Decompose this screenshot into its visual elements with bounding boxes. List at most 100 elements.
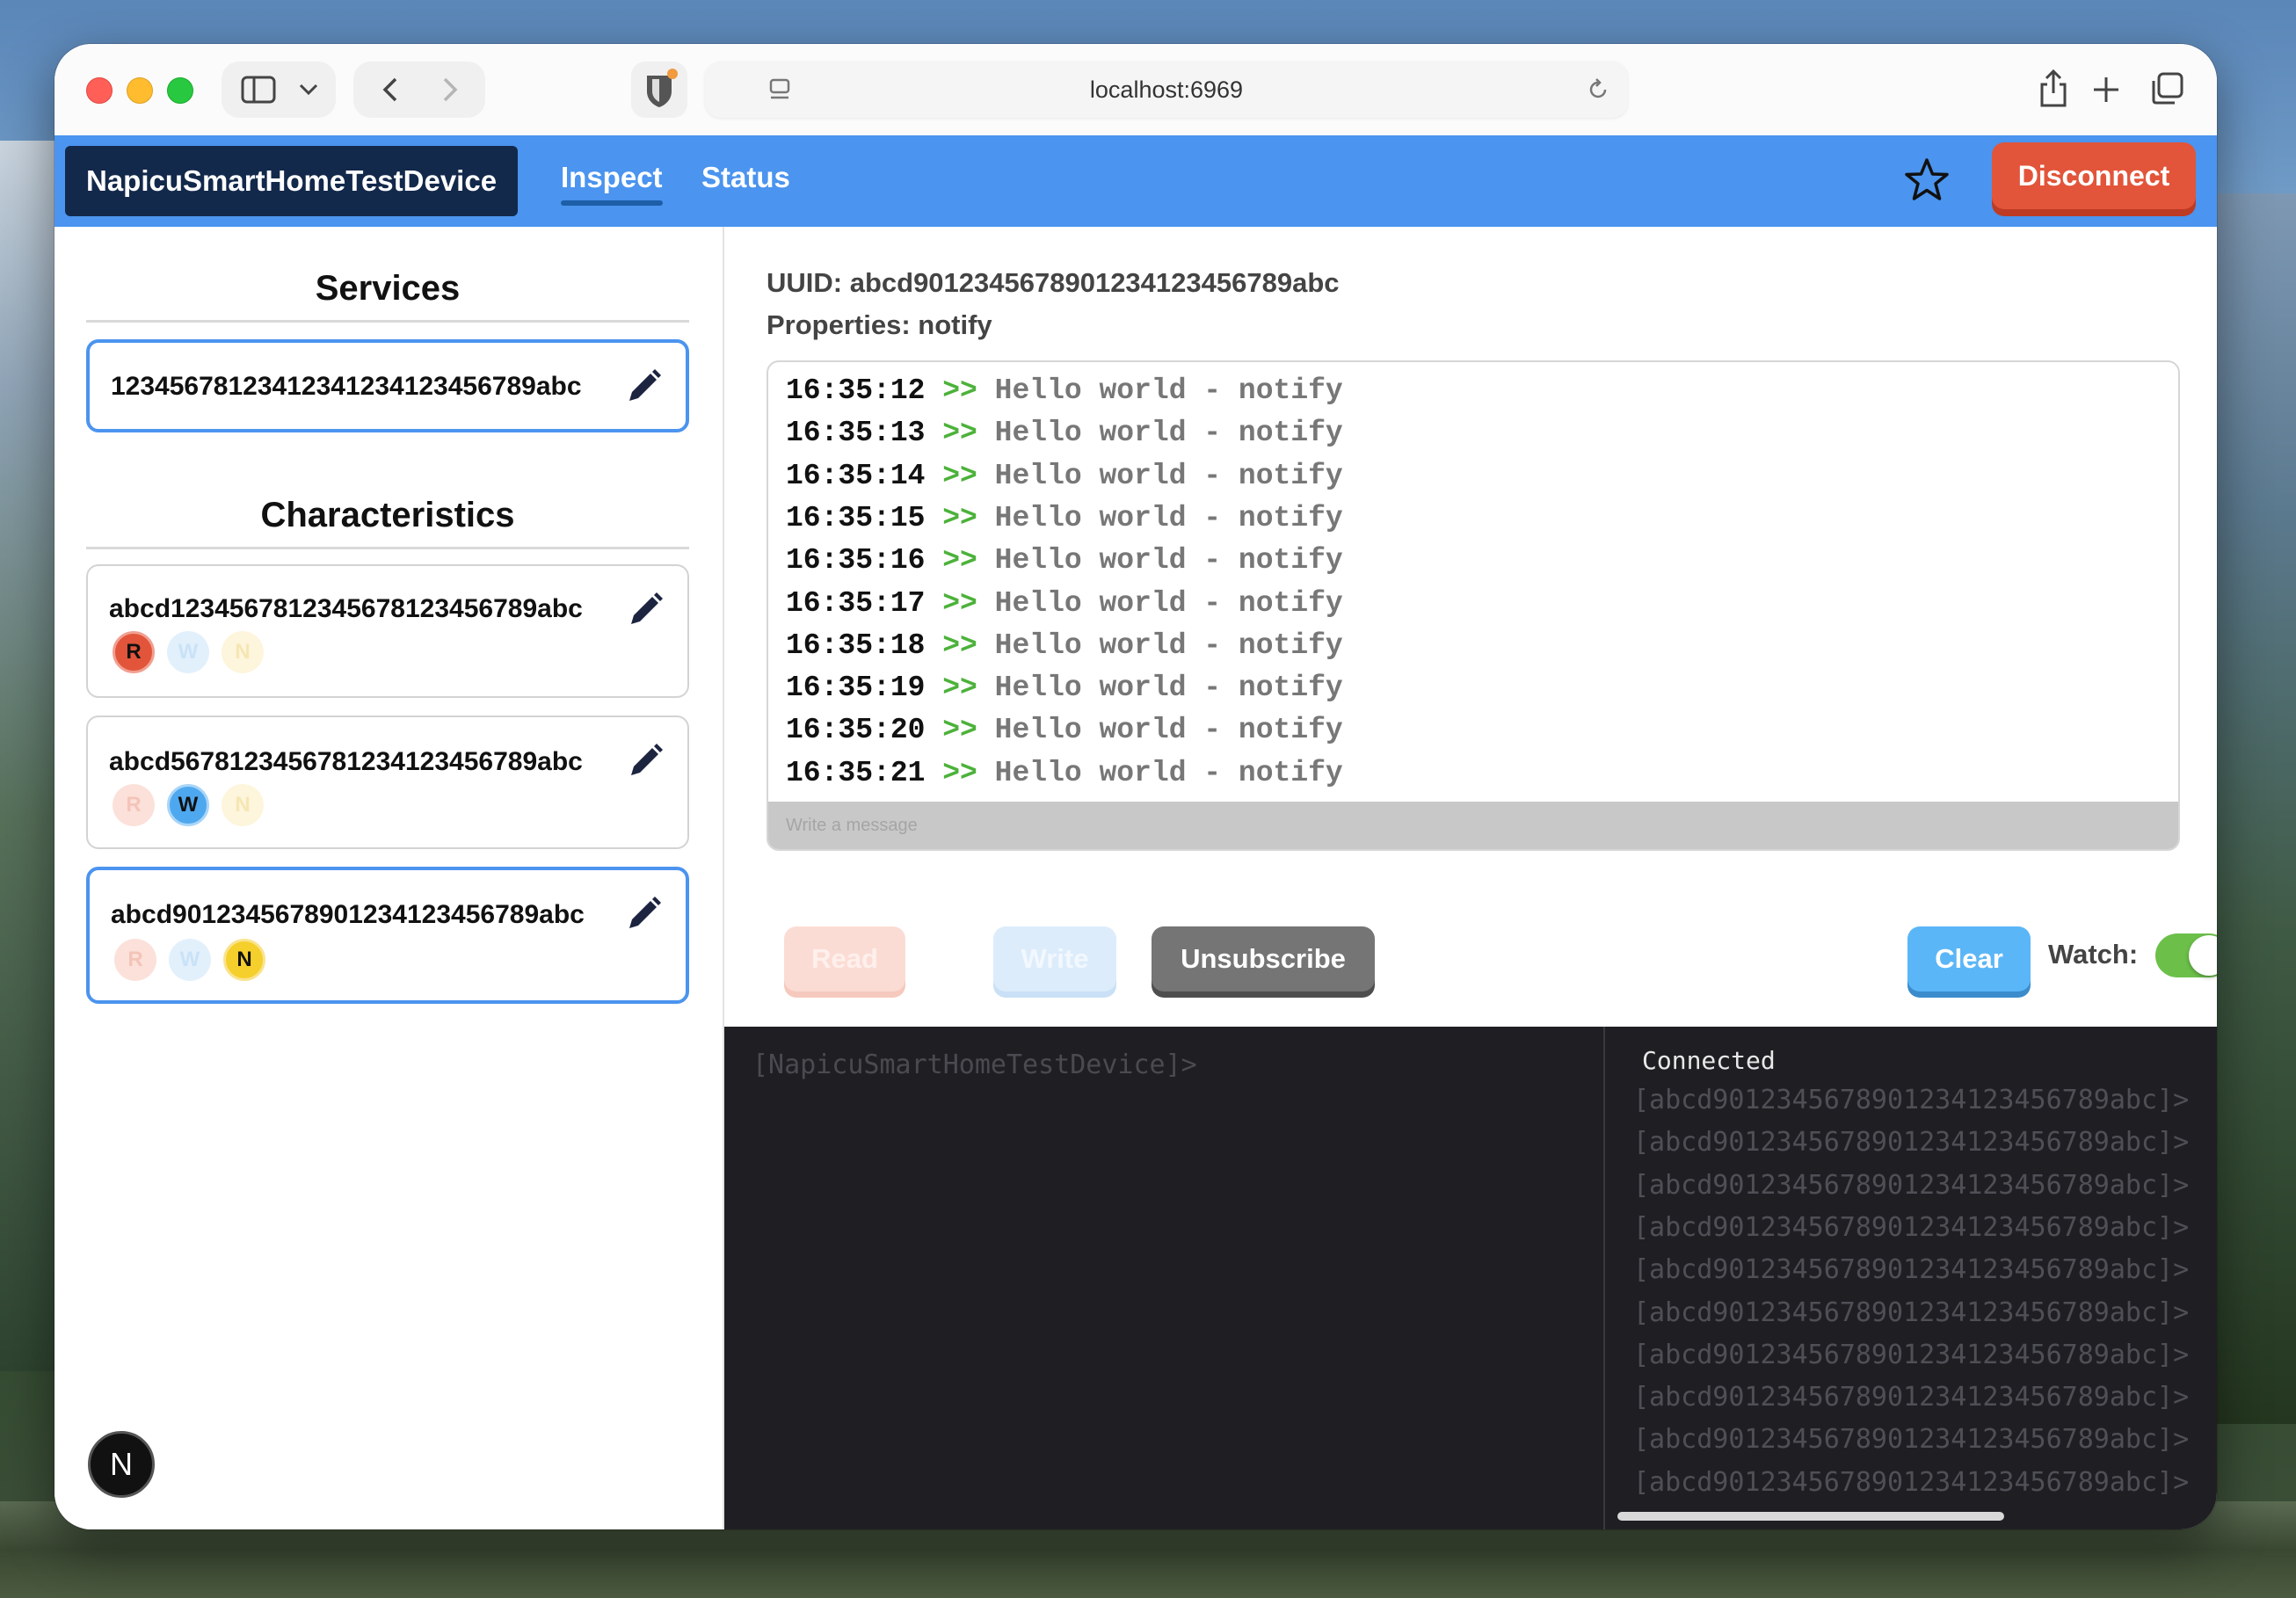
log-timestamp: 16:35:20 [786, 714, 926, 747]
terminal-line: [abcd9012345678901234123456789abc]> [1633, 1127, 2190, 1159]
services-title: Services [315, 269, 461, 308]
log-timestamp: 16:35:19 [786, 672, 926, 705]
characteristics-divider [86, 547, 689, 549]
message-input[interactable] [768, 802, 2178, 849]
pencil-icon[interactable] [624, 895, 663, 933]
log-line: 16:35:13 >> Hello world - notify [786, 417, 1343, 449]
log-message: Hello world - notify [994, 459, 1343, 492]
forward-icon[interactable] [441, 76, 459, 103]
reload-icon[interactable] [1586, 77, 1610, 102]
service-uuid: 12345678123412341234123456789abc [111, 372, 582, 401]
toggle-knob [2189, 935, 2217, 976]
back-icon[interactable] [381, 76, 399, 103]
log-message: Hello world - notify [994, 628, 1343, 662]
log-arrow: >> [942, 544, 977, 577]
watch-toggle[interactable] [2155, 933, 2217, 977]
horizontal-scrollbar[interactable] [1617, 1512, 2004, 1521]
minimize-window-button[interactable] [127, 77, 153, 104]
device-terminal[interactable]: [NapicuSmartHomeTestDevice]> [724, 1027, 1603, 1529]
notify-badge: N [223, 939, 265, 981]
shield-extension-icon[interactable] [631, 62, 687, 118]
read-badge: R [114, 939, 156, 981]
tab-status[interactable]: Status [701, 135, 790, 227]
properties-line: Properties: notify [767, 309, 992, 340]
browser-toolbar: localhost:6969 [54, 44, 2217, 136]
terminal-line: [abcd9012345678901234123456789abc]> [1633, 1466, 2190, 1498]
log-arrow: >> [942, 672, 977, 705]
new-tab-icon[interactable] [2092, 76, 2120, 104]
url-text: localhost:6969 [1089, 76, 1244, 103]
characteristic-card[interactable]: abcd1234567812345678123456789abc R W N [86, 564, 689, 698]
tab-inspect[interactable]: Inspect [561, 135, 663, 227]
service-card[interactable]: 12345678123412341234123456789abc [86, 339, 689, 432]
terminal-line: [abcd9012345678901234123456789abc]> [1633, 1297, 2190, 1328]
sidebar-toggle-group [222, 62, 336, 118]
terminal-line: [abcd9012345678901234123456789abc]> [1633, 1085, 2190, 1115]
log-message: Hello world - notify [994, 586, 1343, 620]
notify-badge: N [222, 631, 264, 673]
log-line: 16:35:16 >> Hello world - notify [786, 544, 1343, 577]
zoom-window-button[interactable] [167, 77, 193, 104]
log-timestamp: 16:35:16 [786, 544, 926, 577]
notify-badge: N [222, 784, 264, 826]
close-window-button[interactable] [86, 77, 113, 104]
connection-status: Connected [1642, 1046, 1776, 1075]
tab-overview-icon[interactable] [2150, 72, 2183, 105]
nextjs-logo-icon[interactable]: N [88, 1431, 155, 1498]
log-line: 16:35:18 >> Hello world - notify [786, 629, 1343, 662]
address-bar[interactable]: localhost:6969 [705, 62, 1628, 118]
disconnect-button[interactable]: Disconnect [1992, 142, 2196, 209]
watch-label: Watch: [2048, 939, 2139, 970]
terminal-line: [abcd9012345678901234123456789abc]> [1633, 1169, 2190, 1201]
characteristic-terminal[interactable]: Connected [abcd9012345678901234123456789… [1603, 1027, 2217, 1529]
characteristic-uuid: abcd9012345678901234123456789abc [111, 900, 585, 929]
log-line: 16:35:17 >> Hello world - notify [786, 587, 1343, 620]
device-name[interactable]: NapicuSmartHomeTestDevice [65, 146, 519, 216]
log-arrow: >> [942, 417, 977, 450]
terminal-line: [abcd9012345678901234123456789abc]> [1633, 1211, 2190, 1243]
read-badge: R [113, 784, 155, 826]
log-message: Hello world - notify [994, 417, 1343, 450]
terminal-line: [abcd9012345678901234123456789abc]> [1633, 1254, 2190, 1286]
pencil-icon[interactable] [626, 742, 665, 781]
log-message: Hello world - notify [994, 756, 1343, 789]
pencil-icon[interactable] [626, 591, 665, 629]
history-nav-group [353, 62, 485, 118]
log-message: Hello world - notify [994, 501, 1343, 534]
read-button[interactable]: Read [784, 926, 905, 991]
log-arrow: >> [942, 628, 977, 662]
unsubscribe-button[interactable]: Unsubscribe [1152, 926, 1375, 991]
log-timestamp: 16:35:13 [786, 417, 926, 450]
share-icon[interactable] [2038, 69, 2069, 109]
write-badge: W [167, 784, 209, 826]
log-arrow: >> [942, 586, 977, 620]
log-timestamp: 16:35:18 [786, 628, 926, 662]
log-arrow: >> [942, 756, 977, 789]
star-icon[interactable] [1900, 155, 1953, 207]
characteristic-uuid: abcd1234567812345678123456789abc [109, 594, 583, 623]
sidebar-icon[interactable] [241, 76, 276, 104]
log-message: Hello world - notify [994, 672, 1343, 705]
message-log[interactable]: 16:35:12 >> Hello world - notify 16:35:13… [767, 360, 2180, 851]
log-arrow: >> [942, 501, 977, 534]
log-line: 16:35:15 >> Hello world - notify [786, 502, 1343, 534]
clear-button[interactable]: Clear [1907, 926, 2031, 991]
log-arrow: >> [942, 459, 977, 492]
characteristic-card-selected[interactable]: abcd9012345678901234123456789abc R W N [86, 867, 689, 1004]
pencil-icon[interactable] [624, 367, 663, 406]
log-line: 16:35:19 >> Hello world - notify [786, 672, 1343, 704]
log-timestamp: 16:35:21 [786, 756, 926, 789]
chevron-down-icon[interactable] [299, 83, 318, 97]
characteristic-card[interactable]: abcd5678123456781234123456789abc R W N [86, 715, 689, 849]
characteristics-title: Characteristics [260, 496, 515, 534]
app-header: NapicuSmartHomeTestDevice Inspect Status… [54, 135, 2217, 227]
log-timestamp: 16:35:17 [786, 586, 926, 620]
log-message: Hello world - notify [994, 374, 1343, 407]
terminal-prompt: [NapicuSmartHomeTestDevice]> [752, 1050, 1197, 1080]
uuid-line: UUID: abcd9012345678901234123456789abc [767, 267, 1340, 298]
terminal-line: [abcd9012345678901234123456789abc]> [1633, 1382, 2190, 1413]
characteristic-uuid: abcd5678123456781234123456789abc [109, 747, 583, 776]
services-divider [86, 320, 689, 323]
write-button[interactable]: Write [993, 926, 1116, 991]
left-panel: Services 12345678123412341234123456789ab… [54, 227, 724, 1529]
